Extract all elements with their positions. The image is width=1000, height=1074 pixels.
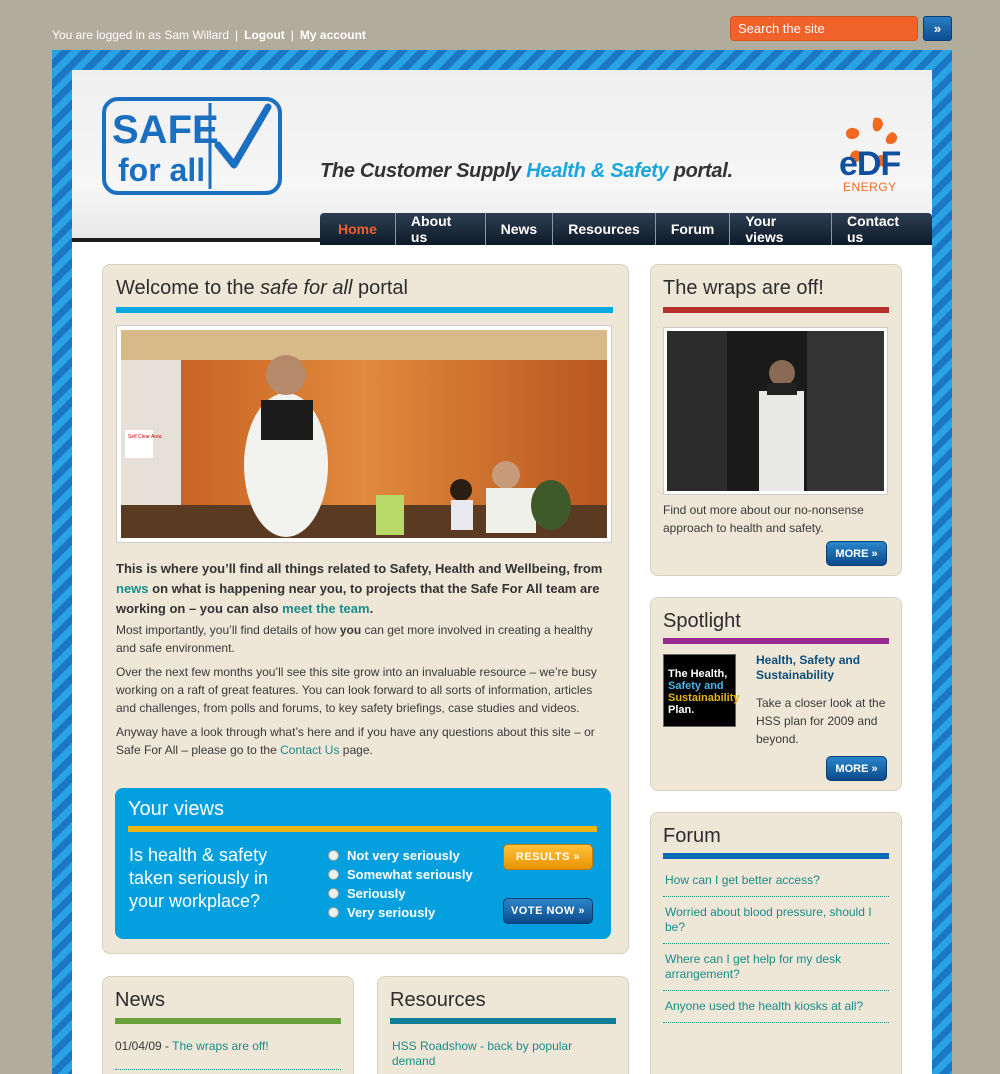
double-chevron-right-icon: » — [573, 851, 581, 863]
vote-now-button[interactable]: VOTE NOW » — [503, 898, 593, 924]
svg-text:Self Clear Area: Self Clear Area — [128, 434, 162, 440]
results-button[interactable]: RESULTS » — [503, 844, 593, 870]
nav-about-us[interactable]: About us — [394, 213, 485, 245]
nav-resources[interactable]: Resources — [552, 213, 655, 245]
resources-item-link[interactable]: HSS Roadshow - back by popular demand — [392, 1039, 592, 1069]
poll-option[interactable]: Not very seriously — [328, 846, 473, 865]
news-panel: News 01/04/09 - The wraps are off! — [102, 976, 354, 1074]
poll-title: Your views — [128, 798, 224, 820]
news-item: 01/04/09 - The wraps are off! — [115, 1039, 269, 1053]
poll-option[interactable]: Seriously — [328, 884, 473, 903]
login-status-text: You are logged in as Sam Willard — [52, 28, 229, 42]
page-container: SAFE for all The Customer Supply Health … — [72, 70, 932, 1074]
radio-button[interactable] — [328, 869, 339, 880]
welcome-intro: This is where you’ll find all things rel… — [116, 561, 603, 616]
nav-home[interactable]: Home — [320, 213, 395, 245]
login-status: You are logged in as Sam Willard | Logout |… — [52, 28, 366, 42]
wraps-more-button[interactable]: MORE » — [826, 541, 887, 566]
poll-question: Is health & safety taken seriously in yo… — [129, 845, 269, 911]
nav-your-views[interactable]: Your views — [729, 213, 831, 245]
spotlight-more-button[interactable]: MORE » — [826, 756, 887, 781]
edf-brand-text: eDF — [839, 145, 901, 183]
search-button[interactable]: » — [923, 16, 952, 41]
logo-text-safe: SAFE — [112, 108, 219, 152]
top-bar: You are logged in as Sam Willard | Logout |… — [0, 0, 1000, 50]
news-divider — [115, 1069, 341, 1070]
welcome-paragraph-1: Most importantly, you’ll find details of… — [116, 623, 593, 655]
site-tagline: The Customer Supply Health & Safety port… — [320, 160, 733, 182]
news-date: 01/04/09 — [115, 1039, 162, 1053]
nav-news[interactable]: News — [484, 213, 553, 245]
nav-contact-us[interactable]: Contact us — [830, 213, 932, 245]
spotlight-panel: Spotlight The Health, Safety and Sustain… — [650, 597, 902, 791]
forum-item[interactable]: Where can I get help for my desk arrange… — [663, 944, 889, 991]
welcome-paragraph-2: Over the next few months you’ll see this… — [116, 665, 597, 715]
radio-button[interactable] — [328, 850, 339, 861]
forum-rule — [663, 853, 889, 859]
news-item-link[interactable]: The wraps are off! — [172, 1039, 269, 1053]
double-chevron-right-icon: » — [871, 762, 878, 775]
poll-option[interactable]: Very seriously — [328, 903, 473, 922]
wraps-text: Find out more about our no-nonsense appr… — [663, 503, 864, 535]
radio-button[interactable] — [328, 907, 339, 918]
welcome-panel: Welcome to the safe for all portal Self … — [102, 264, 629, 954]
logo-text-forall: for all — [118, 152, 205, 188]
my-account-link[interactable]: My account — [300, 28, 366, 42]
site-header: SAFE for all The Customer Supply Health … — [72, 70, 932, 245]
main-nav: Home About us News Resources Forum Your … — [320, 213, 932, 245]
welcome-paragraph-3: Anyway have a look through what’s here a… — [116, 725, 595, 757]
meet-the-team-link[interactable]: meet the team — [282, 601, 369, 616]
forum-item[interactable]: Anyone used the health kiosks at all? — [663, 991, 889, 1023]
safe-for-all-logo[interactable]: SAFE for all — [102, 97, 282, 195]
welcome-rule — [116, 307, 613, 313]
welcome-title: Welcome to the safe for all portal — [116, 277, 408, 299]
poll-option[interactable]: Somewhat seriously — [328, 865, 473, 884]
checkmark-icon — [214, 103, 272, 169]
your-views-poll: Your views Is health & safety taken seri… — [115, 788, 611, 939]
spotlight-rule — [663, 638, 889, 644]
hss-plan-image[interactable]: The Health, Safety and Sustainability Pl… — [663, 654, 740, 727]
forum-list: How can I get better access? Worried abo… — [663, 865, 889, 1023]
news-title: News — [115, 989, 166, 1011]
spotlight-item-title[interactable]: Health, Safety and Sustainability — [756, 653, 891, 683]
spotlight-item-text: Take a closer look at the HSS plan for 2… — [756, 696, 886, 746]
news-rule — [115, 1018, 341, 1024]
forum-item[interactable]: Worried about blood pressure, should I b… — [663, 897, 889, 944]
hero-image: Self Clear Area — [116, 325, 612, 543]
spotlight-title: Spotlight — [663, 610, 741, 632]
wraps-image[interactable] — [663, 327, 888, 495]
contact-us-link[interactable]: Contact Us — [280, 743, 339, 757]
wraps-rule — [663, 307, 889, 313]
search-input[interactable]: Search the site — [730, 16, 918, 41]
wraps-title: The wraps are off! — [663, 277, 824, 299]
forum-panel: Forum How can I get better access? Worri… — [650, 812, 902, 1074]
double-chevron-right-icon: » — [578, 905, 586, 917]
forum-item[interactable]: How can I get better access? — [663, 865, 889, 897]
nav-forum[interactable]: Forum — [654, 213, 730, 245]
logout-link[interactable]: Logout — [244, 28, 285, 42]
double-chevron-right-icon: » — [933, 21, 942, 36]
poll-options: Not very seriously Somewhat seriously Se… — [328, 846, 473, 922]
forum-title: Forum — [663, 825, 721, 847]
resources-title: Resources — [390, 989, 486, 1011]
radio-button[interactable] — [328, 888, 339, 899]
poll-rule — [128, 826, 597, 832]
news-link[interactable]: news — [116, 581, 149, 596]
edf-energy-text: ENERGY — [843, 180, 897, 194]
double-chevron-right-icon: » — [871, 547, 878, 560]
resources-rule — [390, 1018, 616, 1024]
resources-panel: Resources HSS Roadshow - back by popular… — [377, 976, 629, 1074]
wraps-panel: The wraps are off! Find out more about o… — [650, 264, 902, 576]
